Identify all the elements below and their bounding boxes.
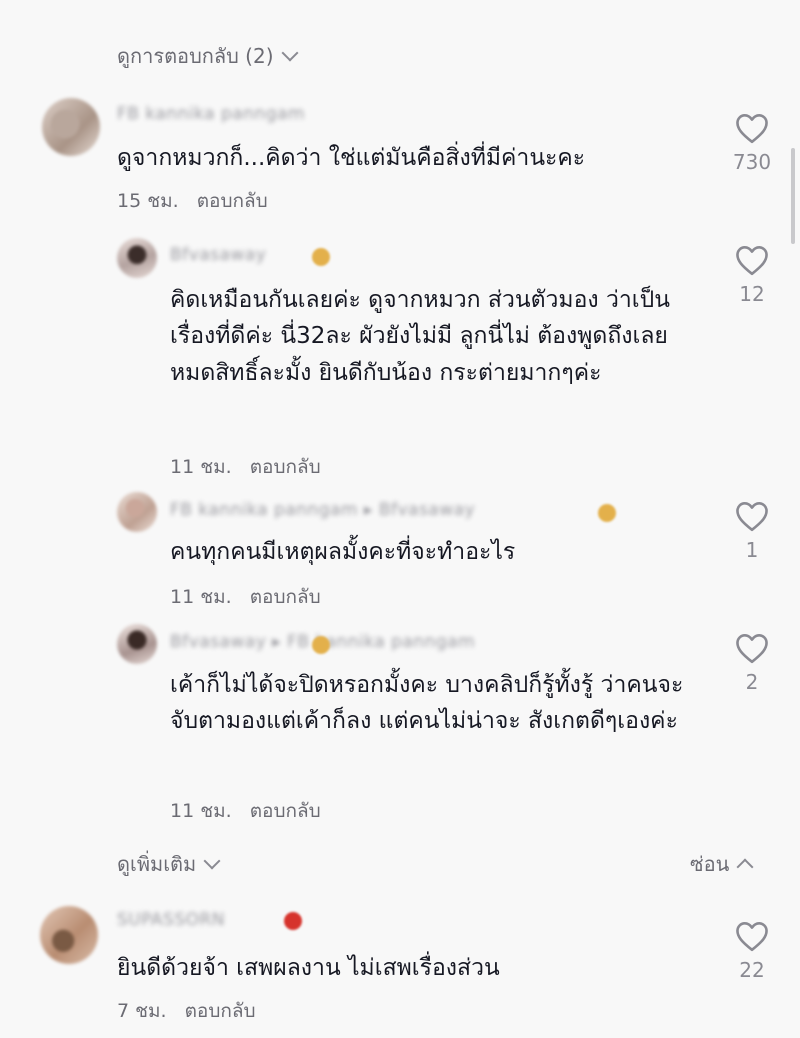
comment-meta: 11 ชม. ตอบกลับ bbox=[170, 796, 321, 826]
comment-meta: 11 ชม. ตอบกลับ bbox=[170, 452, 321, 482]
comment-time: 15 ชม. bbox=[117, 190, 179, 212]
like-button[interactable]: 730 bbox=[730, 112, 774, 174]
emoji-icon bbox=[284, 912, 302, 930]
heart-icon bbox=[736, 634, 768, 664]
comment-time: 11 ชม. bbox=[170, 456, 232, 478]
like-button[interactable]: 12 bbox=[730, 244, 774, 306]
reply-button[interactable]: ตอบกลับ bbox=[250, 796, 321, 826]
avatar[interactable] bbox=[117, 492, 157, 532]
view-more-label: ดูเพิ่มเติม bbox=[117, 852, 197, 876]
like-button[interactable]: 1 bbox=[730, 500, 774, 562]
emoji-icon bbox=[312, 636, 330, 654]
avatar[interactable] bbox=[40, 906, 98, 964]
chevron-down-icon bbox=[281, 44, 299, 62]
chevron-up-icon bbox=[736, 858, 754, 876]
username[interactable]: SUPASSORN bbox=[117, 910, 225, 930]
heart-icon bbox=[736, 114, 768, 144]
heart-icon bbox=[736, 502, 768, 532]
username[interactable]: FB kannika panngam bbox=[117, 104, 305, 124]
comment-meta: 7 ชม. ตอบกลับ bbox=[117, 996, 256, 1026]
username[interactable]: FB kannika panngam ▸ Bfvasaway bbox=[170, 500, 475, 520]
comment-time: 11 ชม. bbox=[170, 586, 232, 608]
like-button[interactable]: 22 bbox=[730, 920, 774, 982]
comment-meta: 15 ชม. ตอบกลับ bbox=[117, 186, 268, 216]
view-more-button[interactable]: ดูเพิ่มเติม bbox=[117, 848, 221, 880]
comment-text: คิดเหมือนกันเลยค่ะ ดูจากหมวก ส่วนตัวมอง … bbox=[170, 287, 670, 386]
like-button[interactable]: 2 bbox=[730, 632, 774, 694]
avatar[interactable] bbox=[117, 238, 157, 278]
like-count: 22 bbox=[739, 958, 765, 982]
reply-button[interactable]: ตอบกลับ bbox=[250, 582, 321, 612]
like-count: 12 bbox=[739, 282, 765, 306]
avatar[interactable] bbox=[117, 624, 157, 664]
comment-text: คนทุกคนมีเหตุผลมั้งคะที่จะทำอะไร bbox=[170, 539, 516, 565]
comment-meta: 11 ชม. ตอบกลับ bbox=[170, 582, 321, 612]
comment-text: ดูจากหมวกก็...คิดว่า ใช่แต่มันคือสิ่งที่… bbox=[117, 145, 586, 171]
scrollbar[interactable] bbox=[791, 148, 795, 244]
view-replies-label: ดูการตอบกลับ (2) bbox=[117, 44, 274, 68]
reply-button[interactable]: ตอบกลับ bbox=[185, 996, 256, 1026]
comment-time: 11 ชม. bbox=[170, 800, 232, 822]
view-replies-button[interactable]: ดูการตอบกลับ (2) bbox=[117, 40, 299, 72]
username-row[interactable]: Bfvasaway bbox=[170, 245, 266, 265]
like-count: 730 bbox=[732, 150, 772, 174]
heart-icon bbox=[736, 922, 768, 952]
hide-button[interactable]: ซ่อน bbox=[690, 848, 754, 880]
avatar[interactable] bbox=[42, 98, 100, 156]
comment-time: 7 ชม. bbox=[117, 1000, 167, 1022]
comment-text: ยินดีด้วยจ้า เสพผลงาน ไม่เสพเรื่องส่วน bbox=[117, 955, 500, 981]
username: Bfvasaway bbox=[170, 245, 267, 265]
emoji-icon bbox=[312, 248, 330, 266]
reply-button[interactable]: ตอบกลับ bbox=[197, 186, 268, 216]
chevron-down-icon bbox=[203, 852, 221, 870]
reply-button[interactable]: ตอบกลับ bbox=[250, 452, 321, 482]
like-count: 1 bbox=[745, 538, 759, 562]
like-count: 2 bbox=[745, 670, 759, 694]
emoji-icon bbox=[598, 504, 616, 522]
comment-text: เค้าก็ไม่ได้จะปิดหรอกมั้งคะ บางคลิปก็รู้… bbox=[170, 672, 684, 735]
hide-label: ซ่อน bbox=[690, 852, 730, 876]
heart-icon bbox=[736, 246, 768, 276]
